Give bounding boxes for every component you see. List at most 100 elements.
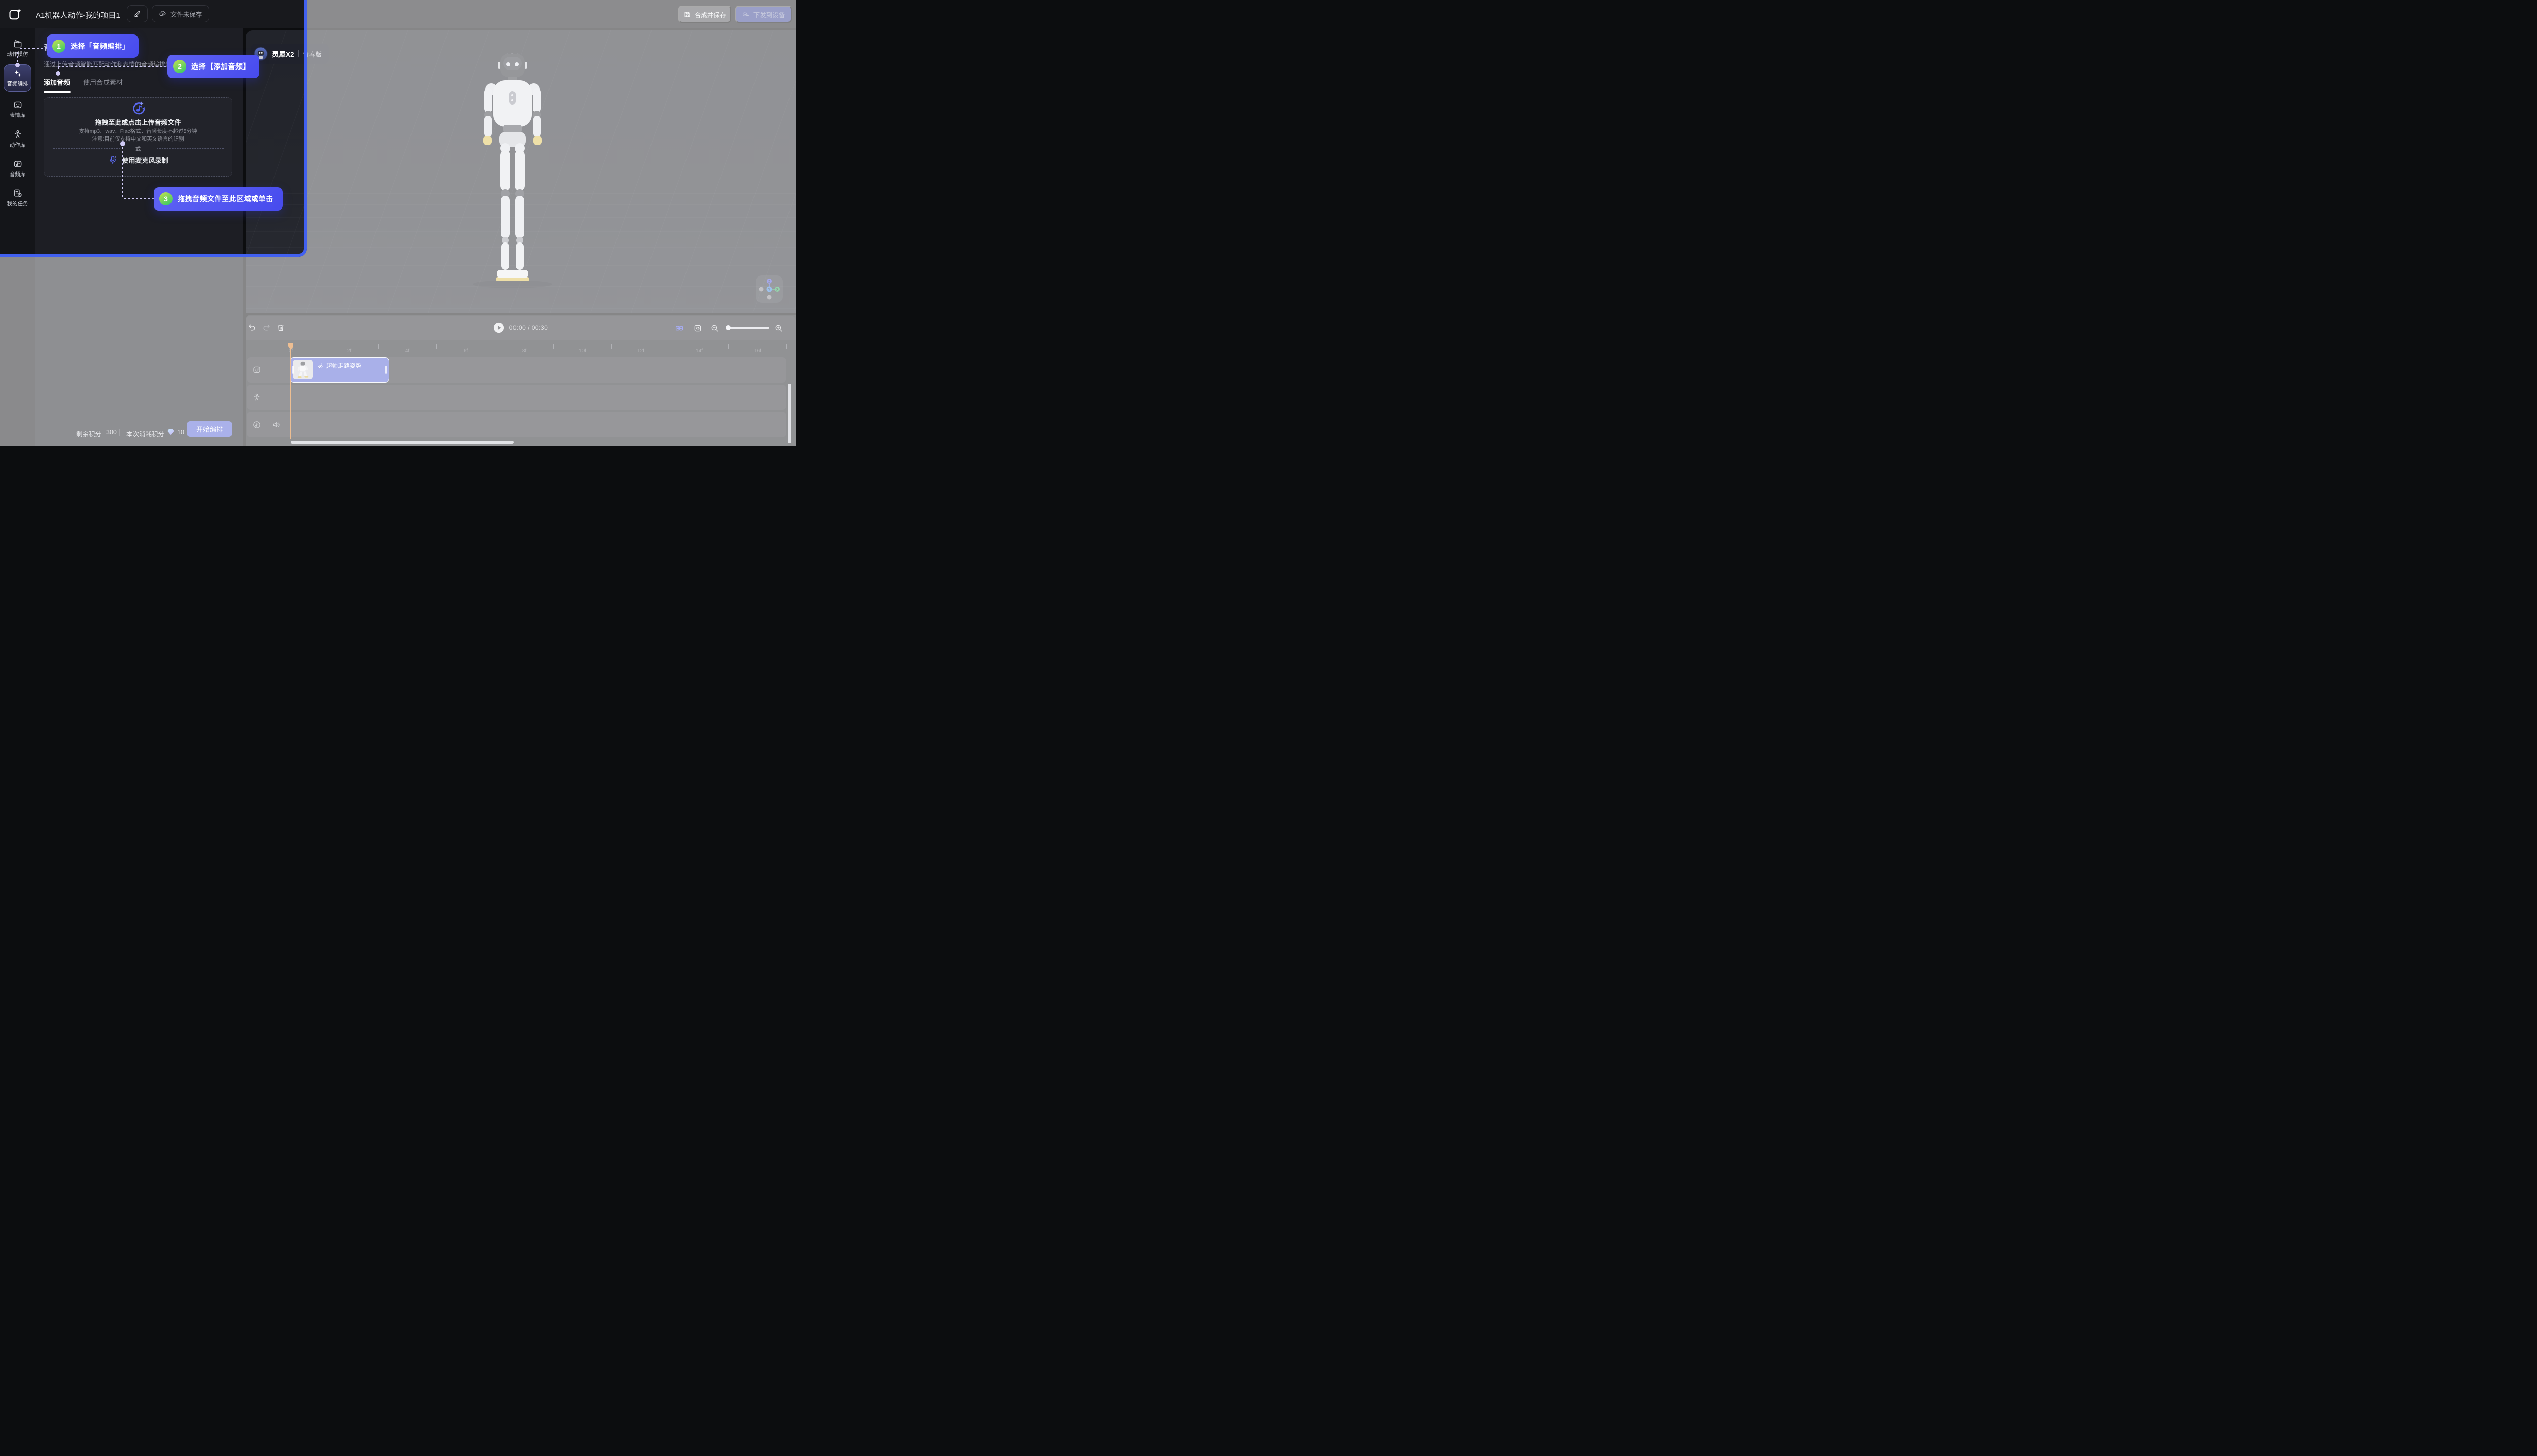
runner-icon	[317, 363, 324, 369]
record-with-mic-button[interactable]: 使用麦克风录制	[44, 155, 232, 165]
clip-label-row: 超帅走路姿势	[317, 362, 361, 370]
zoom-out-icon[interactable]	[710, 324, 719, 333]
panel-description: 通过上传音频智能匹配动作和表情的音频编排素材	[44, 60, 178, 68]
person-icon	[13, 129, 23, 140]
ruler-label: 10f	[579, 348, 586, 354]
sidebar: 动作模仿 音频编排 表情库	[0, 28, 35, 446]
ruler-label: 14f	[696, 348, 703, 354]
cloud-unsaved-icon	[159, 10, 167, 18]
ruler-label: 6f	[464, 348, 468, 354]
start-arrange-button[interactable]: 开始编排	[187, 421, 232, 437]
ruler-label: 4f	[405, 348, 409, 354]
sidebar-item-action-library[interactable]: 动作库	[0, 129, 35, 149]
play-button[interactable]	[493, 322, 504, 333]
audio-track[interactable]	[247, 412, 786, 437]
microphone-icon	[108, 155, 118, 165]
tutorial-step-1-badge: 1 选择「音频编排」	[47, 34, 139, 58]
undo-icon[interactable]	[248, 323, 257, 332]
mic-record-label: 使用麦克风录制	[122, 155, 168, 165]
ruler-label: 2f	[347, 348, 351, 354]
connector-step2-horizontal	[58, 66, 167, 67]
action-track[interactable]	[247, 385, 786, 410]
sidebar-item-audio-library[interactable]: 音频库	[0, 159, 35, 178]
deploy-label: 下发到设备	[753, 10, 785, 19]
action-track-icon	[252, 393, 261, 402]
chip-divider	[298, 50, 299, 57]
ruler-tick	[436, 344, 437, 349]
clip-trim-handle-left[interactable]	[292, 366, 294, 374]
task-list-icon	[13, 188, 23, 198]
robot-model-chip: 灵犀X2 青春版	[251, 44, 329, 64]
redo-icon[interactable]	[262, 323, 271, 332]
robot-download-icon	[742, 10, 750, 18]
rename-project-button[interactable]	[127, 5, 148, 22]
ruler-label: 8f	[522, 348, 526, 354]
ruler-tick	[378, 344, 379, 349]
ruler-tick	[553, 344, 554, 349]
step-2-number: 2	[173, 60, 186, 73]
file-unsaved-button[interactable]: 文件未保存	[152, 5, 209, 22]
ruler-tick	[728, 344, 729, 349]
gizmo-y-label: Y	[768, 288, 771, 292]
horizontal-scrollbar[interactable]	[291, 441, 514, 444]
project-title: A1机器人动作-我的项目1	[36, 10, 120, 20]
auto-arrange-clips-icon[interactable]	[675, 324, 684, 333]
synthesize-save-button[interactable]: 合成并保存	[678, 6, 731, 23]
robot-face-icon	[13, 99, 23, 110]
playhead-line	[290, 343, 291, 439]
sidebar-item-label: 我的任务	[0, 200, 35, 207]
viewport-3d[interactable]: 灵犀X2 青春版 Z Y X	[246, 30, 796, 313]
step-3-text: 拖拽音频文件至此区域或单击	[178, 194, 273, 204]
active-tab-underline	[44, 91, 71, 93]
robot-edition: 青春版	[303, 49, 322, 59]
deploy-to-device-button[interactable]: 下发到设备	[735, 6, 792, 23]
connector-step1-horizontal	[20, 48, 47, 49]
step-1-text: 选择「音频编排」	[71, 41, 129, 51]
zoom-slider-knob[interactable]	[726, 325, 731, 330]
gizmo-z-label: Z	[768, 280, 771, 284]
connector-step3-dot	[120, 141, 125, 146]
upload-heading: 拖拽至此或点击上传音频文件	[44, 117, 232, 127]
clip-name: 超帅走路姿势	[326, 362, 361, 370]
speaker-icon[interactable]	[272, 420, 281, 429]
fit-timeline-icon[interactable]	[693, 324, 702, 333]
upload-audio-icon	[131, 100, 146, 116]
zoom-in-icon[interactable]	[774, 324, 783, 333]
step-1-number: 1	[52, 40, 65, 53]
music-box-icon	[13, 159, 23, 169]
tab-add-audio[interactable]: 添加音频	[44, 77, 70, 87]
audio-upload-dropzone[interactable]: 拖拽至此或点击上传音频文件 支持mp3、wav、Flac格式，音频长度不超过5分…	[44, 97, 232, 177]
sidebar-item-label: 音频库	[0, 170, 35, 178]
cost-credits-label: 本次消耗积分	[126, 429, 164, 438]
upload-formats: 支持mp3、wav、Flac格式，音频长度不超过5分钟	[44, 127, 232, 135]
ruler-label: 12f	[637, 348, 644, 354]
timeline-clip-walk-pose[interactable]: 超帅走路姿势	[290, 357, 389, 383]
sidebar-item-label: 动作库	[0, 141, 35, 149]
remaining-credits-value: 300	[106, 429, 117, 436]
clip-trim-handle-right[interactable]	[385, 366, 387, 374]
timeline-ruler[interactable]: 0f 2f 4f 6f 8f 10f 12f 14f 16f	[246, 342, 796, 357]
divider-or-label: 或	[44, 145, 232, 153]
robot-figure	[459, 51, 566, 289]
trash-icon[interactable]	[276, 323, 285, 332]
tab-use-synth-material[interactable]: 使用合成素材	[83, 77, 123, 87]
sidebar-item-label: 表情库	[0, 111, 35, 119]
synthesize-save-label: 合成并保存	[695, 10, 727, 19]
sidebar-item-audio-arrange[interactable]: 音频编排	[4, 64, 31, 92]
robot-name: 灵犀X2	[272, 49, 294, 59]
audio-arrange-panel: 音频编排 通过上传音频智能匹配动作和表情的音频编排素材 添加音频 使用合成素材 …	[35, 28, 243, 446]
vertical-scrollbar[interactable]	[788, 384, 791, 443]
timeline-zoom-slider[interactable]	[727, 327, 769, 329]
tutorial-step-3-badge: 3 拖拽音频文件至此区域或单击	[154, 187, 283, 211]
app-logo-icon	[8, 7, 22, 21]
top-bar: A1机器人动作-我的项目1 文件未保存 合成并	[0, 0, 796, 28]
sidebar-item-my-tasks[interactable]: 我的任务	[0, 188, 35, 207]
save-status-label: 文件未保存	[170, 9, 202, 19]
axis-gizmo[interactable]: Z Y X	[756, 275, 783, 303]
step-2-text: 选择【添加音频】	[191, 61, 250, 72]
sidebar-item-expression-library[interactable]: 表情库	[0, 99, 35, 119]
clip-thumbnail	[293, 360, 313, 379]
connector-step1-dot	[15, 63, 20, 67]
sparkles-icon	[13, 68, 23, 79]
app-root: A1机器人动作-我的项目1 文件未保存 合成并	[0, 0, 796, 446]
